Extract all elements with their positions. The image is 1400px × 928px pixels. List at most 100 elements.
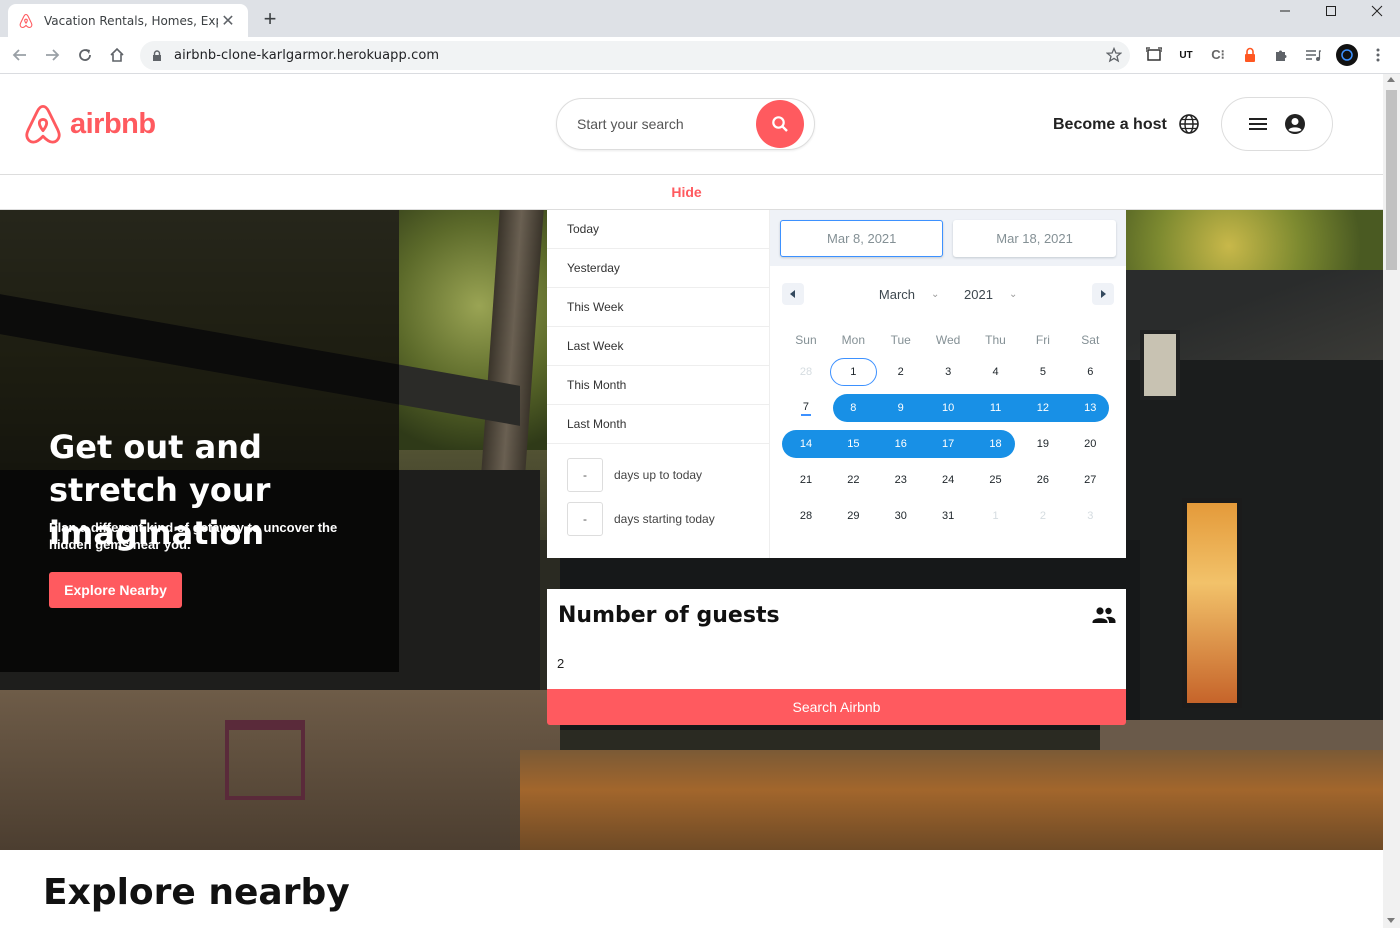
calendar-day[interactable]: 20 [1067, 430, 1114, 458]
close-tab-icon[interactable]: ✕ [218, 11, 238, 31]
site-header: airbnb Start your search Become a host [0, 74, 1383, 174]
calendar-day[interactable]: 4 [972, 358, 1019, 386]
calendar-day-today[interactable]: 7 [782, 394, 829, 422]
calendar-day-selected[interactable]: 10 [924, 394, 971, 422]
scroll-up-arrow-icon[interactable] [1387, 77, 1395, 82]
weekday-label: Sat [1081, 333, 1100, 347]
month-select[interactable]: March ⌄ [879, 287, 940, 302]
next-month-button[interactable] [1091, 283, 1114, 305]
calendar-day-selected[interactable]: 15 [830, 430, 877, 458]
browser-toolbar: airbnb-clone-karlgarmor.herokuapp.com UT… [0, 37, 1400, 74]
minimize-window-icon[interactable] [1262, 0, 1308, 22]
calendar-day[interactable]: 19 [1019, 430, 1066, 458]
airbnb-logo[interactable]: airbnb [24, 104, 156, 144]
days-up-to-today-input[interactable]: - [567, 458, 603, 492]
forward-icon[interactable] [40, 43, 64, 67]
hide-button[interactable]: Hide [671, 184, 701, 200]
calendar-day[interactable]: 6 [1067, 358, 1114, 386]
calendar-day[interactable]: 2 [1019, 502, 1066, 530]
calendar-day-selected[interactable]: 11 [972, 394, 1019, 422]
hero-chair [225, 720, 305, 800]
range-this-week[interactable]: This Week [547, 288, 770, 327]
calendar-day[interactable]: 3 [1067, 502, 1114, 530]
search-airbnb-button[interactable]: Search Airbnb [547, 689, 1126, 725]
search-bar[interactable]: Start your search [556, 98, 815, 150]
calendar-day[interactable]: 30 [877, 502, 924, 530]
calendar-day-selected[interactable]: 17 [924, 430, 971, 458]
calendar-day[interactable]: 28 [782, 358, 829, 386]
calendar-day[interactable]: 24 [924, 466, 971, 494]
browser-menu-icon[interactable] [1368, 45, 1388, 65]
home-icon[interactable] [105, 43, 129, 67]
calendar-day[interactable]: 22 [830, 466, 877, 494]
lock-extension-icon[interactable] [1240, 45, 1260, 65]
end-date-field[interactable]: Mar 18, 2021 [953, 219, 1117, 257]
calendar-day[interactable]: 3 [924, 358, 971, 386]
chevron-down-icon: ⌄ [931, 288, 940, 300]
globe-icon[interactable] [1178, 113, 1200, 135]
calendar-day[interactable]: 23 [877, 466, 924, 494]
weekday-header: Sun Mon Tue Wed Thu Fri Sat [770, 326, 1126, 354]
hero-window-upper [1140, 330, 1180, 400]
weekday-label: Mon [841, 333, 866, 347]
calendar-day[interactable]: 29 [830, 502, 877, 530]
profile-avatar[interactable] [1335, 43, 1359, 67]
calendar-day[interactable]: 1 [972, 502, 1019, 530]
calendar-week: 7 8 9 10 11 12 13 [782, 390, 1114, 426]
calendar-day[interactable]: 1 [829, 358, 878, 386]
calendar-day[interactable]: 31 [924, 502, 971, 530]
back-icon[interactable] [8, 43, 32, 67]
start-date-field[interactable]: Mar 8, 2021 [780, 219, 944, 257]
days-starting-today-input[interactable]: - [567, 502, 603, 536]
calendar-day-selected[interactable]: 8 [830, 394, 877, 422]
new-tab-icon[interactable]: + [258, 8, 282, 32]
prev-month-button[interactable] [782, 283, 805, 305]
range-today[interactable]: Today [547, 210, 770, 249]
bookmark-star-icon[interactable] [1104, 45, 1124, 65]
calendar-day[interactable]: 25 [972, 466, 1019, 494]
guests-count-input[interactable]: 2 [557, 651, 1097, 675]
calendar-day[interactable]: 5 [1019, 358, 1066, 386]
chevron-down-icon: ⌄ [1008, 288, 1018, 300]
calendar-day[interactable]: 27 [1067, 466, 1114, 494]
user-menu-button[interactable] [1221, 97, 1333, 151]
extensions-puzzle-icon[interactable] [1271, 45, 1291, 65]
become-host-link[interactable]: Become a host [1053, 116, 1167, 134]
browser-tab[interactable]: Vacation Rentals, Homes, Experie ✕ [8, 4, 248, 37]
range-yesterday[interactable]: Yesterday [547, 249, 770, 288]
scroll-down-arrow-icon[interactable] [1387, 918, 1395, 923]
calendar-day-selected[interactable]: 14 [782, 430, 829, 458]
address-bar[interactable]: airbnb-clone-karlgarmor.herokuapp.com [140, 41, 1130, 70]
range-last-month[interactable]: Last Month [547, 405, 770, 444]
media-queue-icon[interactable] [1303, 45, 1323, 65]
explore-nearby-button[interactable]: Explore Nearby [49, 572, 182, 608]
range-last-week[interactable]: Last Week [547, 327, 770, 366]
screenshot-extension-icon[interactable] [1144, 45, 1164, 65]
year-select[interactable]: 2021 ⌄ [964, 287, 1017, 302]
reload-icon[interactable] [73, 43, 97, 67]
scroll-thumb[interactable] [1386, 90, 1397, 270]
page-scrollbar[interactable] [1383, 74, 1400, 928]
maximize-window-icon[interactable] [1308, 0, 1354, 22]
browser-tabstrip: Vacation Rentals, Homes, Experie ✕ + [0, 0, 1400, 37]
guests-panel: Number of guests 2 [547, 589, 1126, 689]
calendar-day-selected[interactable]: 16 [877, 430, 924, 458]
c-extension-icon[interactable]: C⁝ [1208, 45, 1228, 65]
calendar-days: 28 1 2 3 4 5 6 7 8 9 10 11 12 13 14 15 1… [770, 354, 1126, 534]
lock-icon [153, 49, 161, 61]
range-this-month[interactable]: This Month [547, 366, 770, 405]
search-button[interactable] [756, 100, 804, 148]
calendar-day[interactable]: 26 [1019, 466, 1066, 494]
calendar-day[interactable]: 28 [782, 502, 829, 530]
calendar-day-selected[interactable]: 12 [1019, 394, 1066, 422]
calendar-day-selected[interactable]: 9 [877, 394, 924, 422]
calendar-day-selected[interactable]: 13 [1067, 394, 1114, 422]
calendar-day[interactable]: 21 [782, 466, 829, 494]
calendar-day[interactable]: 2 [877, 358, 924, 386]
calendar-day-selected[interactable]: 18 [972, 430, 1019, 458]
caret-left-icon [790, 290, 796, 298]
date-range-picker: Today Yesterday This Week Last Week This… [547, 210, 1126, 558]
page-viewport: airbnb Start your search Become a host H… [0, 74, 1383, 928]
close-window-icon[interactable] [1354, 0, 1400, 22]
ut-extension-icon[interactable]: UT [1176, 45, 1196, 65]
